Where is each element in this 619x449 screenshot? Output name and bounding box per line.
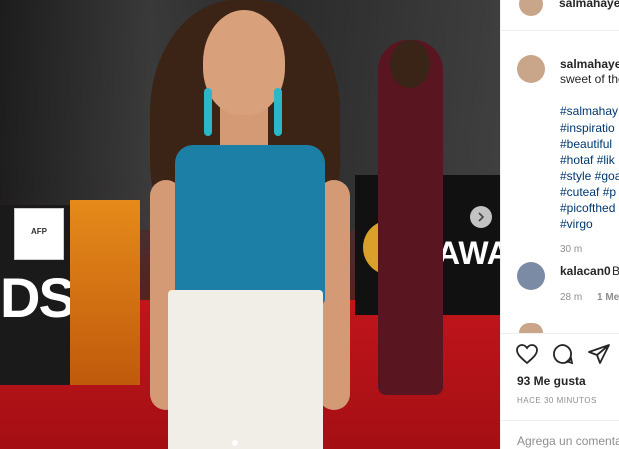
comment-time: 28 m (560, 292, 583, 303)
comment-username[interactable]: kalacan0 (560, 264, 611, 278)
hashtag-link[interactable]: #inspiratio (560, 121, 615, 135)
hashtag-link[interactable]: #salmahay (560, 104, 618, 118)
comment-input[interactable]: Agrega un comentario (517, 434, 619, 448)
post-photo[interactable]: DS AFP AWA (0, 0, 500, 449)
left-banner-text: DS (0, 266, 76, 329)
likes-count[interactable]: 93 Me gusta (517, 374, 586, 388)
hashtag-link[interactable]: #picofthed (560, 201, 615, 215)
orange-podium (70, 200, 140, 385)
comment-text: B (612, 264, 619, 278)
caption-username[interactable]: salmahaye (560, 57, 619, 71)
man-in-suit (378, 40, 443, 395)
hashtag-link[interactable]: #hotaf #lik (560, 153, 615, 167)
action-bar (515, 342, 615, 366)
hashtag-link[interactable]: #beautiful (560, 137, 612, 151)
caption-time: 30 m (560, 244, 583, 255)
header-username[interactable]: salmahayek (559, 0, 619, 10)
afp-sign: AFP (14, 208, 64, 260)
left-earring (204, 88, 212, 136)
divider (501, 333, 619, 334)
comment-bubble-icon[interactable] (551, 342, 575, 366)
header-avatar[interactable] (519, 0, 543, 16)
man-head (390, 40, 430, 88)
divider (501, 420, 619, 421)
carousel-dot (232, 440, 238, 446)
white-skirt (168, 290, 323, 449)
comment-likes[interactable]: 1 Me (597, 292, 619, 303)
post-header: salmahayek (501, 0, 619, 31)
post-sidebar: salmahayek salmahaye sweet of the #salma… (500, 0, 619, 449)
next-photo-button[interactable] (470, 206, 492, 228)
paper-plane-icon[interactable] (587, 342, 611, 366)
partial-avatar (519, 323, 543, 333)
blue-lace-top (175, 145, 325, 305)
hashtag-link[interactable]: #style #goa (560, 169, 619, 183)
author-avatar[interactable] (517, 55, 545, 83)
heart-icon[interactable] (515, 342, 539, 366)
caption-text: sweet of the (560, 72, 619, 86)
woman-face (203, 10, 285, 115)
right-earring (274, 88, 282, 136)
hashtag-link[interactable]: #virgo (560, 217, 593, 231)
hashtag-link[interactable]: #cuteaf #p (560, 185, 616, 199)
afp-sign-text: AFP (31, 227, 47, 236)
commenter-avatar[interactable] (517, 262, 545, 290)
chevron-right-icon (478, 212, 485, 222)
post-timestamp: HACE 30 MINUTOS (517, 396, 597, 405)
right-banner-text: AWA (437, 235, 500, 271)
